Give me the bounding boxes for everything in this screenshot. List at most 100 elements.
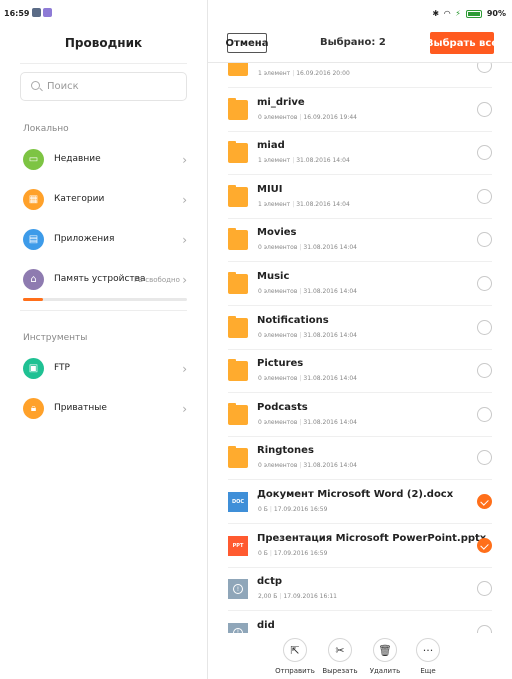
divider	[20, 63, 187, 64]
file-row[interactable]: Music 0 элементов | 31.08.2016 14:04	[228, 262, 492, 306]
sidebar-item-apps[interactable]: ▤ Приложения ›	[20, 221, 187, 259]
sidebar-item-private[interactable]: 🔒︎ Приватные ›	[20, 390, 187, 428]
sidebar-item-categories[interactable]: ▦ Категории ›	[20, 181, 187, 219]
file-size: 0 элементов	[258, 331, 298, 339]
file-date: 31.08.2016 14:04	[303, 244, 357, 252]
sidebar-item-ftp[interactable]: ▣ FTP ›	[20, 350, 187, 388]
meta-separator: |	[269, 506, 272, 513]
sidebar-item-label: Приватные	[54, 403, 107, 413]
file-name: Ringtones	[257, 445, 314, 457]
file-meta: 0 элементов | 31.08.2016 14:04	[258, 244, 357, 251]
select-checkbox[interactable]	[477, 494, 492, 509]
file-meta: 0 элементов | 31.08.2016 14:04	[258, 375, 357, 382]
toolbar-share-button[interactable]: ⇱ Отправить	[270, 638, 320, 678]
select-checkbox[interactable]	[477, 232, 492, 248]
divider	[20, 310, 187, 311]
file-name: mi_drive	[257, 96, 305, 108]
select-checkbox[interactable]	[477, 406, 492, 422]
app-title: Проводник	[64, 36, 143, 50]
file-name: did	[257, 619, 275, 631]
folder-icon	[228, 63, 248, 76]
file-name: Movies	[257, 227, 297, 239]
toolbar-more-button[interactable]: ··· Еще	[403, 638, 453, 678]
file-row[interactable]: Pictures 0 элементов | 31.08.2016 14:04	[228, 349, 492, 394]
file-name: MIUI	[257, 183, 283, 195]
scissors-icon: ✂	[328, 638, 352, 662]
select-all-button[interactable]: Выбрать все	[426, 32, 498, 54]
file-name: Music	[257, 271, 290, 282]
sidebar-item-storage[interactable]: ⌂ Память устройства ГБ свободно ›	[20, 261, 187, 299]
meta-separator: |	[299, 244, 302, 252]
chevron-right-icon: ›	[182, 362, 187, 376]
section-label-local: Локально	[23, 124, 69, 134]
file-row[interactable]: miad 1 элемент | 31.08.2016 14:04	[228, 131, 492, 176]
chevron-right-icon: ›	[182, 402, 187, 416]
select-checkbox[interactable]	[477, 145, 492, 161]
sidebar: Проводник Поиск Локально ▭ Недавние › ▦ …	[0, 0, 207, 679]
select-checkbox[interactable]	[477, 101, 492, 117]
folder-icon	[228, 359, 248, 382]
file-date: 31.08.2016 14:04	[296, 200, 350, 208]
file-row[interactable]: PPT Презентация Microsoft PowerPoint.pptx…	[228, 524, 492, 568]
file-row[interactable]: Movies 0 элементов | 31.08.2016 14:04	[228, 218, 492, 263]
file-date: 17.09.2016 16:59	[273, 549, 328, 557]
file-name: dctp	[257, 576, 283, 588]
file-size: 1 элемент	[258, 70, 291, 77]
meta-separator: |	[299, 288, 302, 295]
file-row[interactable]: Podcasts 0 элементов | 31.08.2016 14:04	[228, 393, 492, 437]
file-meta: 1 элемент | 31.08.2016 14:04	[258, 157, 350, 164]
select-checkbox[interactable]	[477, 276, 492, 291]
file-date: 17.09.2016 16:59	[273, 506, 328, 513]
selected-count: Выбрано: 2	[320, 37, 386, 48]
file-date: 16.09.2016 20:00	[296, 70, 350, 77]
file-row[interactable]: 1 элемент | 16.09.2016 20:00	[228, 63, 492, 88]
select-checkbox[interactable]	[477, 624, 492, 633]
search-input[interactable]: Поиск	[20, 72, 187, 101]
storage-free-text: ГБ свободно	[134, 276, 180, 284]
apps-icon: ▤	[23, 229, 44, 250]
meta-separator: |	[299, 375, 302, 383]
select-checkbox[interactable]	[477, 537, 492, 553]
meta-separator: |	[299, 418, 302, 426]
file-size: 0 Б	[258, 549, 268, 557]
select-checkbox[interactable]	[477, 581, 492, 597]
toolbar-label: Еще	[420, 667, 436, 675]
word-doc-icon: DOC	[228, 492, 248, 512]
file-name: Документ Microsoft Word (2).docx	[257, 489, 454, 500]
select-checkbox[interactable]	[477, 63, 492, 73]
unknown-file-icon: !	[228, 622, 248, 633]
file-row[interactable]: DOC Документ Microsoft Word (2).docx 0 Б | 1…	[228, 480, 492, 524]
select-checkbox[interactable]	[477, 363, 492, 379]
file-row[interactable]: ! did	[228, 611, 492, 633]
file-name: Презентация Microsoft PowerPoint.pptx	[257, 532, 487, 544]
folder-icon	[228, 272, 248, 294]
file-date: 31.08.2016 14:04	[303, 375, 357, 383]
sidebar-item-label: Память устройства	[54, 274, 146, 284]
file-date: 17.09.2016 16:11	[283, 593, 337, 601]
meta-separator: |	[292, 157, 295, 165]
file-meta: 0 элементов | 31.08.2016 14:04	[258, 332, 357, 339]
select-checkbox[interactable]	[477, 319, 492, 335]
select-checkbox[interactable]	[477, 188, 492, 204]
sidebar-item-recent[interactable]: ▭ Недавние ›	[20, 141, 187, 179]
file-list: 1 элемент | 16.09.2016 20:00 mi_drive 0 элем…	[208, 63, 512, 633]
meta-separator: |	[292, 70, 295, 77]
toolbar-scissors-button[interactable]: ✂ Вырезать	[315, 638, 365, 678]
file-row[interactable]: MIUI 1 элемент | 31.08.2016 14:04	[228, 175, 492, 219]
toolbar-label: Отправить	[275, 667, 315, 675]
cancel-button[interactable]: Отмена	[226, 33, 268, 53]
chevron-right-icon: ›	[182, 193, 187, 207]
file-row[interactable]: ! dctp 2,00 Б | 17.09.2016 16:11	[228, 567, 492, 612]
file-date: 31.08.2016 14:04	[296, 157, 350, 165]
file-row[interactable]: Ringtones 0 элементов | 31.08.2016 14:04	[228, 436, 492, 481]
file-meta: 0 элементов | 31.08.2016 14:04	[258, 419, 357, 426]
chevron-right-icon: ›	[182, 233, 187, 247]
select-checkbox[interactable]	[477, 450, 492, 466]
file-row[interactable]: mi_drive 0 элементов | 16.09.2016 19:44	[228, 88, 492, 132]
chevron-right-icon: ›	[182, 273, 187, 287]
folder-icon	[228, 446, 248, 469]
search-placeholder: Поиск	[47, 81, 79, 92]
meta-separator: |	[299, 331, 302, 339]
more-icon: ···	[416, 638, 440, 662]
file-row[interactable]: Notifications 0 элементов | 31.08.2016 14:0…	[228, 306, 492, 350]
